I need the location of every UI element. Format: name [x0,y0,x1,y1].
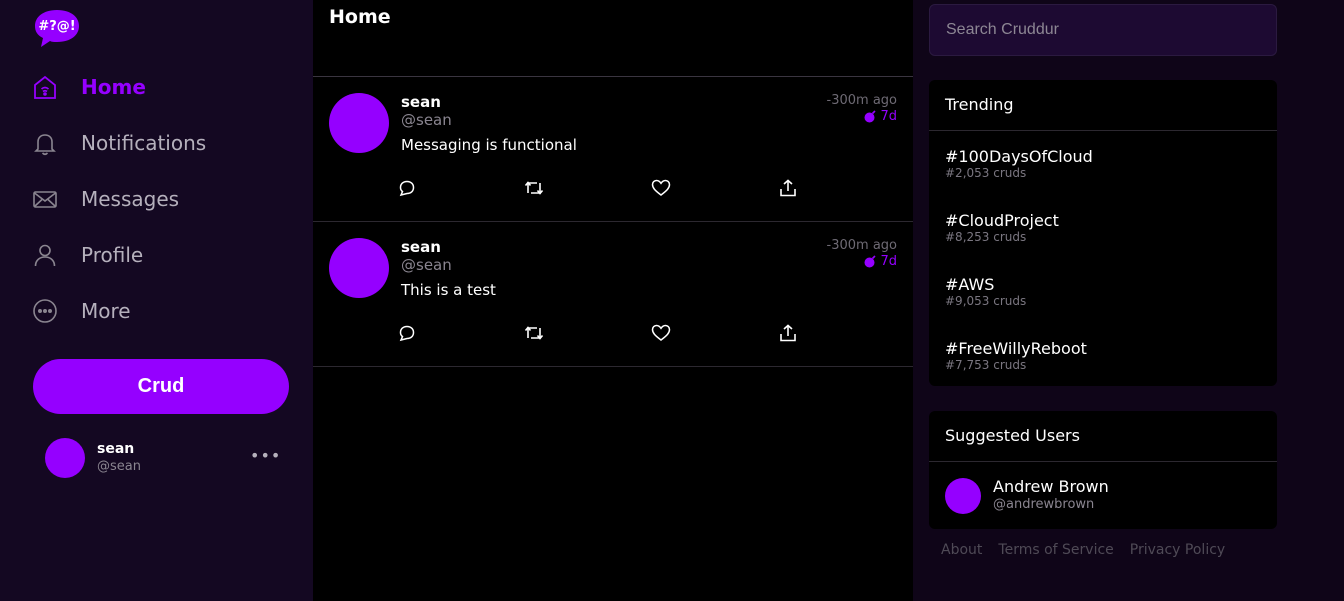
crud-item[interactable]: sean @sean Messaging is functional -300m… [313,77,913,222]
like-heart-icon[interactable] [651,178,671,198]
nav-more-label: More [81,299,131,323]
avatar [45,438,85,478]
trending-tag: #100DaysOfCloud [945,147,1093,166]
crud-message: Messaging is functional [401,136,577,154]
avatar[interactable] [329,238,389,298]
search-input[interactable] [929,4,1277,56]
page-title: Home [329,6,391,28]
terms-link[interactable]: Terms of Service [998,542,1113,558]
crud-button[interactable]: Crud [33,359,289,414]
trending-count: #2,053 cruds [945,166,1027,180]
footer-links: About Terms of Service Privacy Policy [941,542,1225,558]
crud-timestamp: -300m ago [826,93,897,108]
about-link[interactable]: About [941,542,982,558]
nav-more[interactable]: More [32,293,131,329]
trending-count: #7,753 cruds [945,358,1027,372]
bomb-icon [864,255,877,268]
share-icon[interactable] [778,323,798,343]
suggested-user-handle: @andrewbrown [993,497,1095,512]
recrud-icon[interactable] [524,323,544,343]
more-circle-icon [32,298,58,324]
nav-home[interactable]: Home [32,69,146,105]
nav-profile-label: Profile [81,243,144,267]
crud-item[interactable]: sean @sean This is a test -300m ago 7d [313,222,913,367]
bell-icon [32,130,58,156]
crud-expiry: 7d [864,254,897,269]
recrud-icon[interactable] [524,178,544,198]
trending-item[interactable]: #CloudProject #8,253 cruds [945,211,1059,244]
profile-more-button[interactable]: ••• [250,446,281,465]
like-heart-icon[interactable] [651,323,671,343]
nav-home-label: Home [81,75,146,99]
trending-item[interactable]: #FreeWillyReboot #7,753 cruds [945,339,1087,372]
avatar[interactable] [329,93,389,153]
user-icon [32,242,58,268]
trending-item[interactable]: #AWS #9,053 cruds [945,275,1026,308]
privacy-link[interactable]: Privacy Policy [1130,542,1225,558]
main-feed: Home sean @sean Messaging is functional … [313,0,913,601]
share-icon[interactable] [778,178,798,198]
cruddur-logo[interactable]: #?@! [33,7,81,49]
crud-expiry-label: 7d [880,109,897,124]
crud-author-handle[interactable]: @sean [401,256,452,274]
reply-icon[interactable] [397,178,417,198]
avatar [945,478,981,514]
envelope-icon [32,186,58,212]
nav-messages[interactable]: Messages [32,181,179,217]
trending-tag: #AWS [945,275,995,294]
suggested-user-name: Andrew Brown [993,477,1109,496]
trending-title: Trending [929,80,1277,131]
crud-message: This is a test [401,281,496,299]
feed-header: Home [313,0,913,77]
left-sidebar: #?@! Home Notifications Messages Profile… [0,0,313,601]
trending-panel: Trending #100DaysOfCloud #2,053 cruds #C… [929,80,1277,386]
trending-tag: #FreeWillyReboot [945,339,1087,358]
nav-profile[interactable]: Profile [32,237,143,273]
crud-author-name[interactable]: sean [401,238,441,256]
crud-actions [397,178,807,198]
crud-timestamp: -300m ago [826,238,897,253]
trending-item[interactable]: #100DaysOfCloud #2,053 cruds [945,147,1093,180]
suggested-user-item[interactable]: Andrew Brown @andrewbrown [945,477,1245,515]
trending-tag: #CloudProject [945,211,1059,230]
suggested-users-title: Suggested Users [929,411,1277,462]
crud-actions [397,323,807,343]
reply-icon[interactable] [397,323,417,343]
trending-count: #8,253 cruds [945,230,1027,244]
crud-expiry-label: 7d [880,254,897,269]
current-user-handle: @sean [97,459,141,474]
crud-author-name[interactable]: sean [401,93,441,111]
suggested-users-panel: Suggested Users Andrew Brown @andrewbrow… [929,411,1277,529]
crud-author-handle[interactable]: @sean [401,111,452,129]
current-user-profile[interactable]: sean @sean ••• [45,438,285,478]
nav-notifications-label: Notifications [81,131,207,155]
current-user-name: sean [97,441,135,457]
logo-text: #?@! [38,19,75,34]
home-icon [32,74,58,100]
trending-count: #9,053 cruds [945,294,1027,308]
nav-messages-label: Messages [81,187,180,211]
bomb-icon [864,110,877,123]
nav-notifications[interactable]: Notifications [32,125,206,161]
crud-expiry: 7d [864,109,897,124]
